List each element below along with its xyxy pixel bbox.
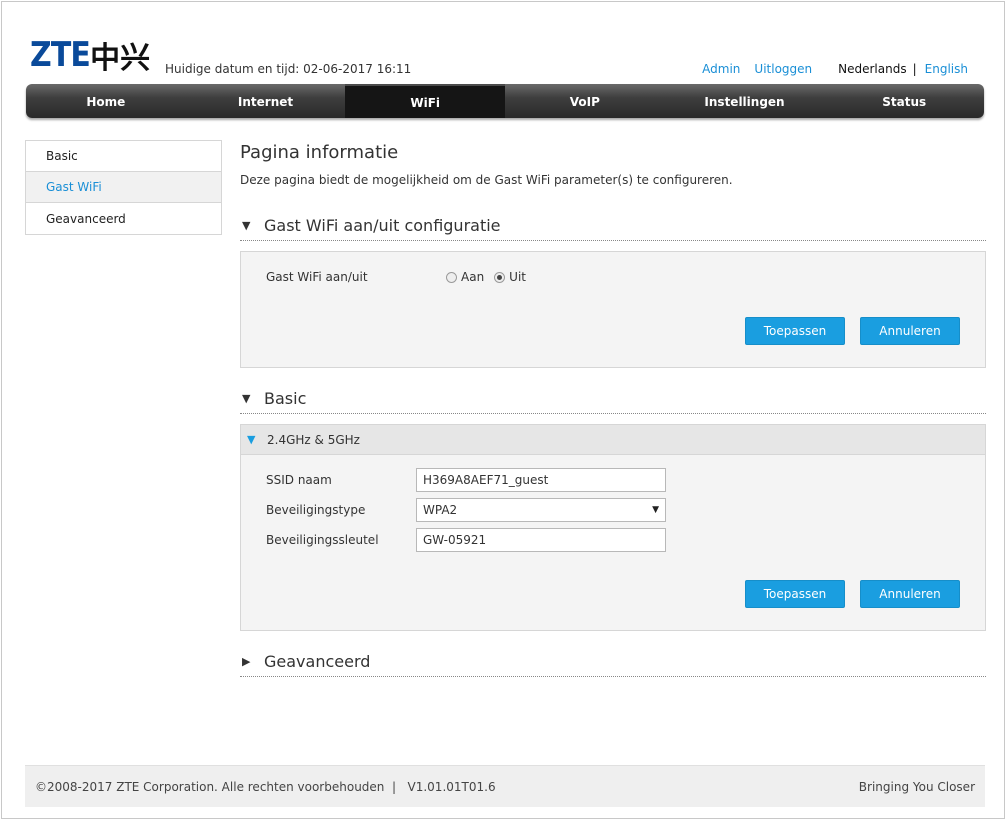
header-links: Admin Uitloggen Nederlands | English xyxy=(702,62,968,76)
band-subheader[interactable]: ▼ 2.4GHz & 5GHz xyxy=(241,425,985,455)
security-type-select[interactable]: WPA2 ▼ xyxy=(416,498,666,522)
nav-status[interactable]: Status xyxy=(824,84,984,118)
sidebar-item-geavanceerd[interactable]: Geavanceerd xyxy=(26,203,221,234)
collapse-triangle-icon: ▼ xyxy=(242,392,251,405)
admin-link[interactable]: Admin xyxy=(702,62,740,76)
nav-instellingen[interactable]: Instellingen xyxy=(665,84,825,118)
logo-latin: ZTE xyxy=(30,35,91,75)
security-key-input[interactable]: GW-05921 xyxy=(416,528,666,552)
security-type-label: Beveiligingstype xyxy=(266,503,366,517)
radio-aan-label: Aan xyxy=(461,270,485,284)
section-onoff-title: Gast WiFi aan/uit configuratie xyxy=(264,216,501,235)
sidebar-item-basic[interactable]: Basic xyxy=(26,141,221,172)
language-english[interactable]: English xyxy=(925,62,968,76)
security-type-value: WPA2 xyxy=(423,503,458,517)
language-separator: | xyxy=(912,62,917,76)
nav-wifi[interactable]: WiFi xyxy=(345,84,506,118)
footer: ©2008-2017 ZTE Corporation. Alle rechten… xyxy=(25,765,985,807)
page-title: Pagina informatie xyxy=(240,142,399,163)
basic-actions: Toepassen Annuleren xyxy=(745,580,960,608)
ssid-input[interactable]: H369A8AEF71_guest xyxy=(416,468,666,492)
zte-logo: ZTE 中兴 xyxy=(30,35,151,76)
onoff-label: Gast WiFi aan/uit xyxy=(266,270,368,284)
cancel-button[interactable]: Annuleren xyxy=(860,580,960,608)
radio-uit[interactable] xyxy=(494,271,506,283)
page-description: Deze pagina biedt de mogelijkheid om de … xyxy=(240,173,733,187)
section-basic-title: Basic xyxy=(264,389,307,408)
page-frame: ZTE 中兴 Huidige datum en tijd: 02-06-2017… xyxy=(1,1,1005,819)
sidebar: Basic Gast WiFi Geavanceerd xyxy=(25,140,222,235)
band-label: 2.4GHz & 5GHz xyxy=(267,432,360,447)
language-dutch[interactable]: Nederlands xyxy=(838,62,906,76)
onoff-row: Gast WiFi aan/uit Aan Uit xyxy=(266,270,526,284)
security-key-label: Beveiligingssleutel xyxy=(266,533,379,547)
footer-slogan: Bringing You Closer xyxy=(858,779,975,794)
section-advanced-title: Geavanceerd xyxy=(264,652,371,671)
cancel-button[interactable]: Annuleren xyxy=(860,317,960,345)
security-key-row: Beveiligingssleutel GW-05921 xyxy=(266,528,666,552)
section-advanced-header[interactable]: ▶ Geavanceerd xyxy=(240,647,986,677)
expand-triangle-icon: ▶ xyxy=(242,655,251,668)
basic-panel: ▼ 2.4GHz & 5GHz SSID naam H369A8AEF71_gu… xyxy=(240,424,986,631)
onoff-actions: Toepassen Annuleren xyxy=(745,317,960,345)
nav-internet[interactable]: Internet xyxy=(186,84,346,118)
sidebar-item-gast-wifi[interactable]: Gast WiFi xyxy=(26,172,221,203)
nav-voip[interactable]: VoIP xyxy=(505,84,665,118)
current-datetime: Huidige datum en tijd: 02-06-2017 16:11 xyxy=(165,62,412,76)
logout-link[interactable]: Uitloggen xyxy=(754,62,812,76)
apply-button[interactable]: Toepassen xyxy=(745,580,845,608)
main-nav: Home Internet WiFi VoIP Instellingen Sta… xyxy=(26,84,984,118)
apply-button[interactable]: Toepassen xyxy=(745,317,845,345)
radio-aan[interactable] xyxy=(446,271,457,283)
ssid-label: SSID naam xyxy=(266,473,332,487)
dropdown-arrow-icon: ▼ xyxy=(652,505,659,515)
band-collapse-icon: ▼ xyxy=(247,433,256,446)
section-onoff-header[interactable]: ▼ Gast WiFi aan/uit configuratie xyxy=(240,211,986,241)
main-content: Pagina informatie Deze pagina biedt de m… xyxy=(240,142,986,677)
radio-uit-label: Uit xyxy=(509,270,526,284)
nav-home[interactable]: Home xyxy=(26,84,186,118)
section-basic-header[interactable]: ▼ Basic xyxy=(240,384,986,414)
security-type-row: Beveiligingstype WPA2 ▼ xyxy=(266,498,666,522)
ssid-row: SSID naam H369A8AEF71_guest xyxy=(266,468,666,492)
logo-cjk: 中兴 xyxy=(90,41,151,76)
collapse-triangle-icon: ▼ xyxy=(242,219,251,232)
footer-copyright: ©2008-2017 ZTE Corporation. Alle rechten… xyxy=(35,779,496,794)
onoff-panel: Gast WiFi aan/uit Aan Uit Toepassen Annu… xyxy=(240,251,986,368)
